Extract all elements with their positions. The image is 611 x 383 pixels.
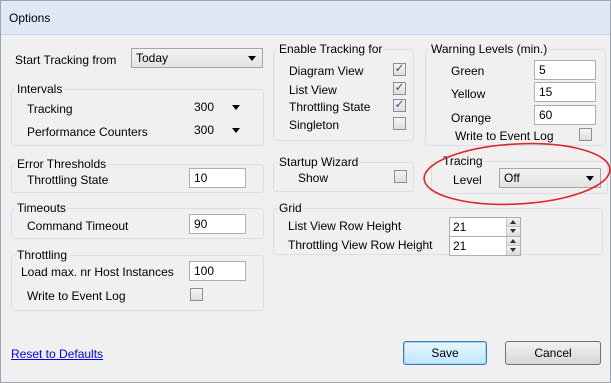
command-timeout-input[interactable]: 90	[189, 214, 246, 234]
spinner-up-icon[interactable]	[507, 218, 520, 227]
title-bar: Options	[1, 1, 610, 35]
throttling-state-tracking-label: Throttling State	[289, 100, 371, 114]
tracing-level-dropdown[interactable]: Off	[499, 168, 601, 188]
tracing-title: Tracing	[441, 154, 485, 168]
check-icon: ✓	[394, 97, 405, 111]
check-icon: ✓	[394, 61, 405, 75]
warning-write-event-log-label: Write to Event Log	[455, 129, 554, 143]
start-tracking-dropdown[interactable]: Today	[131, 48, 263, 68]
chevron-down-icon	[586, 176, 594, 181]
spinner-down-icon[interactable]	[507, 227, 520, 236]
reset-to-defaults-link[interactable]: Reset to Defaults	[11, 347, 103, 361]
performance-counters-label: Performance Counters	[27, 125, 148, 139]
error-thresholds-title: Error Thresholds	[15, 157, 109, 171]
tracking-interval-value: 300	[194, 100, 215, 114]
warning-write-event-log-checkbox[interactable]	[579, 128, 592, 141]
tracking-interval-label: Tracking	[27, 102, 73, 116]
throttling-write-event-log-checkbox[interactable]	[190, 288, 203, 301]
startup-wizard-title: Startup Wizard	[277, 155, 361, 169]
start-tracking-value: Today	[136, 51, 169, 65]
save-button[interactable]: Save	[403, 341, 487, 365]
tracking-interval-dropdown[interactable]: 300	[189, 97, 247, 117]
list-view-checkbox[interactable]: ✓	[393, 80, 406, 95]
enable-tracking-title: Enable Tracking for	[277, 42, 385, 56]
orange-input[interactable]: 60	[534, 105, 596, 125]
chevron-down-icon	[232, 105, 240, 110]
throttling-state-tracking-checkbox[interactable]: ✓	[393, 97, 406, 112]
list-view-row-height-label: List View Row Height	[288, 219, 402, 233]
yellow-label: Yellow	[451, 87, 486, 101]
throttling-state-threshold-input[interactable]: 10	[189, 168, 246, 188]
options-dialog: Options Start Tracking from Today Interv…	[0, 0, 611, 383]
singleton-label: Singleton	[289, 118, 340, 132]
throttling-view-row-height-label: Throttling View Row Height	[288, 238, 433, 252]
grid-title: Grid	[277, 201, 304, 215]
tracing-level-label: Level	[453, 173, 482, 187]
list-view-row-height-value: 21	[453, 220, 467, 234]
green-input[interactable]: 5	[534, 60, 596, 80]
throttling-write-event-log-label: Write to Event Log	[27, 289, 126, 303]
spinner-up-icon[interactable]	[507, 237, 520, 246]
spinner-buttons	[506, 218, 520, 236]
start-tracking-label: Start Tracking from	[15, 53, 117, 67]
performance-counters-value: 300	[194, 123, 215, 137]
spinner-down-icon[interactable]	[507, 246, 520, 255]
list-view-label: List View	[289, 83, 337, 97]
intervals-title: Intervals	[15, 82, 65, 96]
command-timeout-label: Command Timeout	[27, 219, 129, 233]
cancel-button[interactable]: Cancel	[505, 341, 601, 365]
green-label: Green	[451, 64, 485, 78]
diagram-view-checkbox[interactable]: ✓	[393, 61, 406, 76]
startup-wizard-show-checkbox[interactable]	[394, 170, 407, 183]
check-icon: ✓	[394, 80, 405, 94]
orange-label: Orange	[451, 111, 492, 125]
tracing-level-value: Off	[504, 171, 520, 185]
throttling-state-threshold-label: Throttling State	[27, 173, 109, 187]
diagram-view-label: Diagram View	[289, 64, 364, 78]
timeouts-title: Timeouts	[15, 201, 68, 215]
load-max-host-instances-label: Load max. nr Host Instances	[21, 265, 174, 279]
throttling-title: Throttling	[15, 248, 70, 262]
window-title: Options	[9, 11, 51, 25]
warning-levels-title: Warning Levels (min.)	[429, 42, 550, 56]
startup-wizard-show-label: Show	[298, 171, 329, 185]
yellow-input[interactable]: 15	[534, 82, 596, 102]
singleton-checkbox[interactable]	[393, 117, 406, 130]
chevron-down-icon	[248, 56, 256, 61]
spinner-buttons	[506, 237, 520, 255]
list-view-row-height-spinner[interactable]: 21	[449, 217, 521, 237]
chevron-down-icon	[232, 128, 240, 133]
performance-counters-dropdown[interactable]: 300	[189, 120, 247, 140]
throttling-view-row-height-value: 21	[453, 239, 467, 253]
load-max-host-instances-input[interactable]: 100	[189, 261, 246, 281]
throttling-view-row-height-spinner[interactable]: 21	[449, 236, 521, 256]
